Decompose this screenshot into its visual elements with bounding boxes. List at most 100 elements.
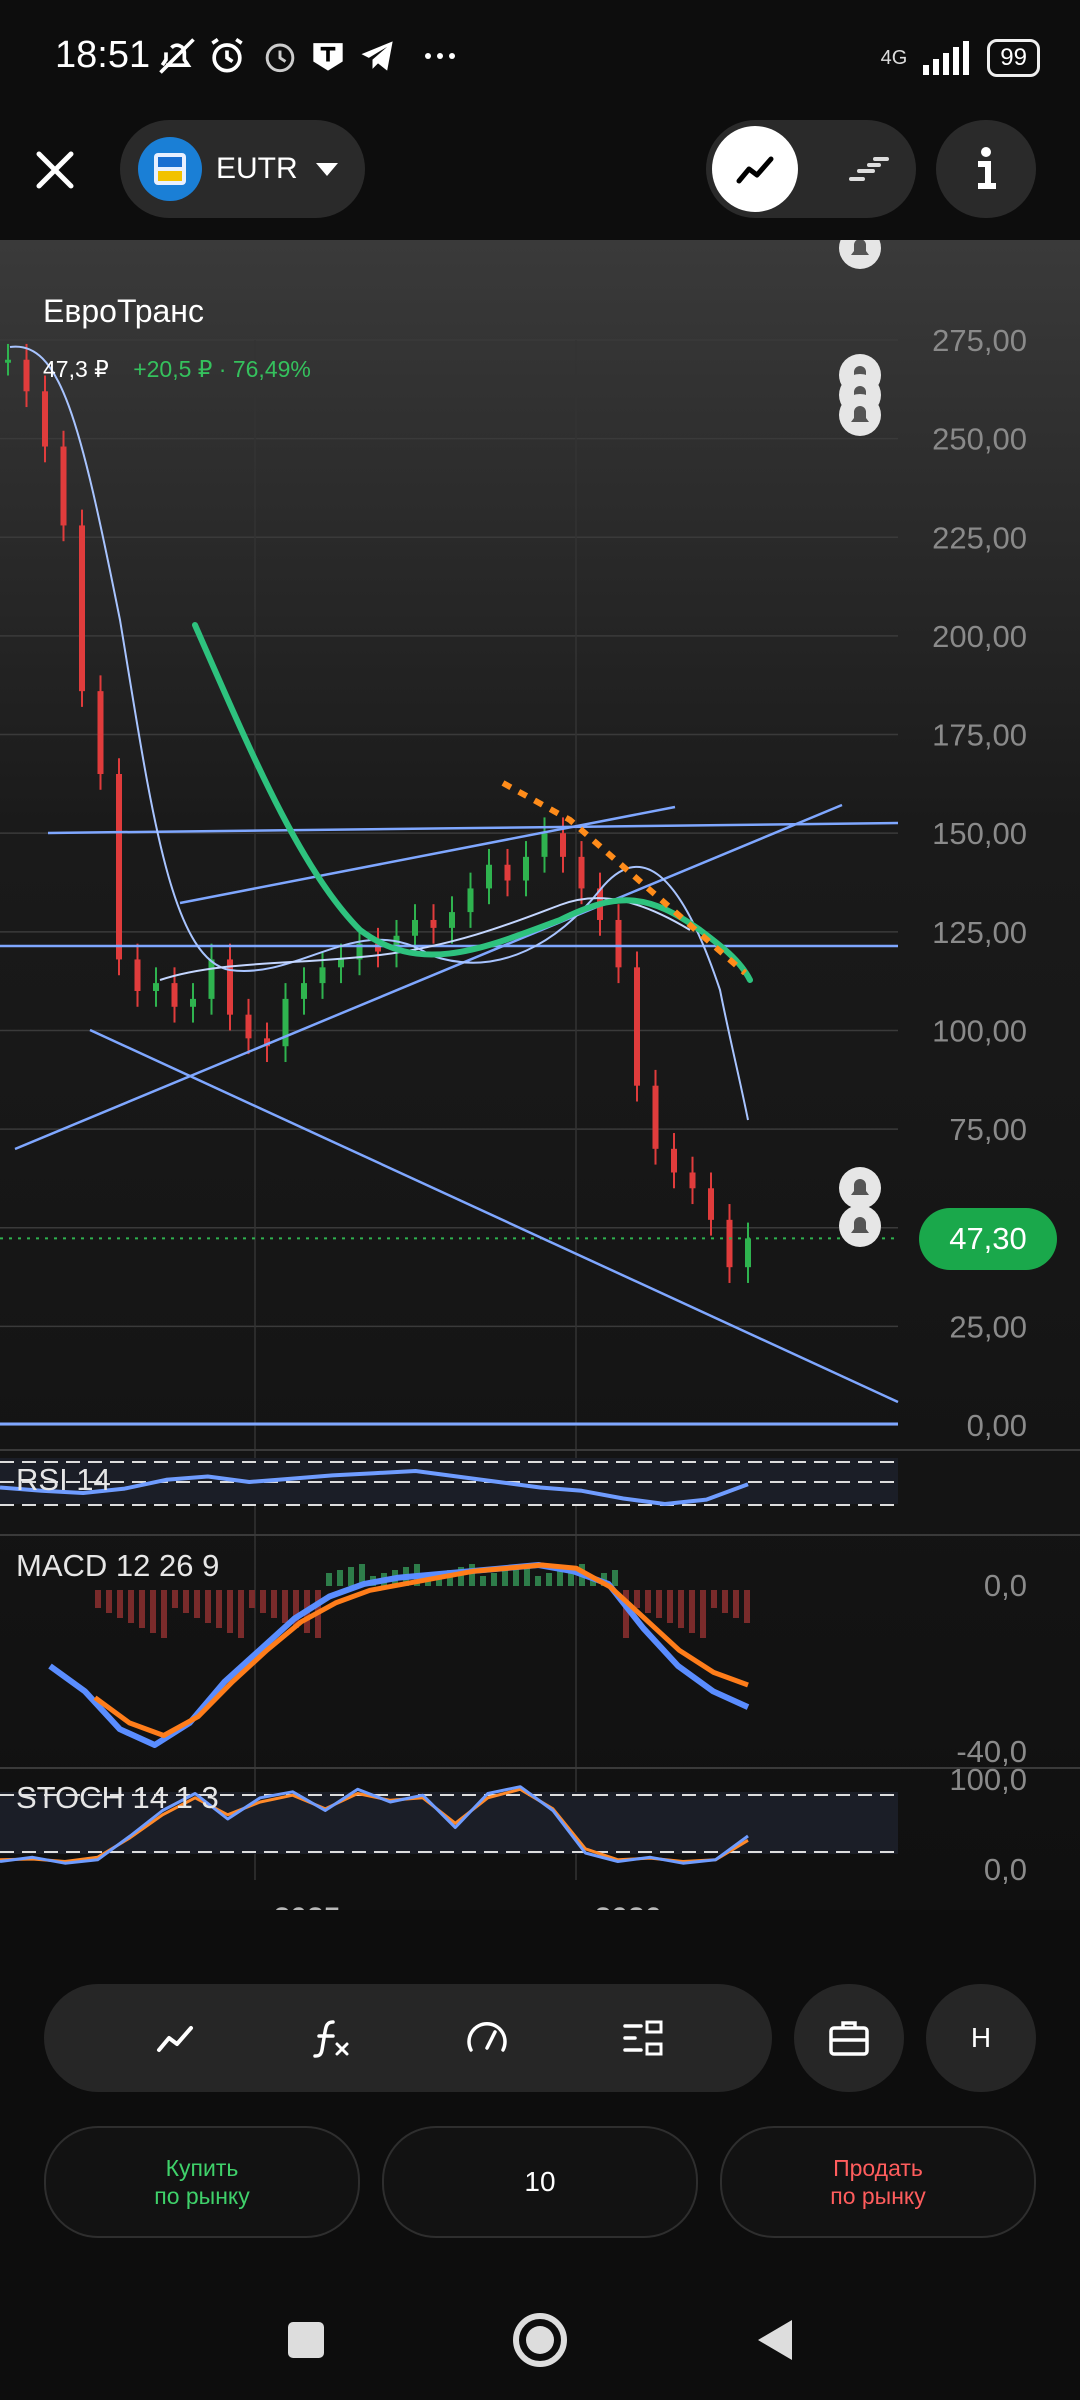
status-bar: 18:51 4G 99 xyxy=(0,0,1080,110)
candle-body xyxy=(486,864,492,889)
y-tick-label: 275,00 xyxy=(932,323,1027,358)
timeframe-button[interactable]: H xyxy=(926,1984,1036,2092)
chart-settings-button[interactable] xyxy=(442,1994,532,2082)
briefcase-icon xyxy=(829,2021,869,2056)
macd-histogram-bar xyxy=(502,1570,508,1586)
macd-histogram-bar xyxy=(282,1590,288,1623)
home-button[interactable] xyxy=(500,2300,580,2380)
bell-off-icon xyxy=(159,38,195,74)
macd-histogram-bar xyxy=(260,1590,266,1613)
candle-body xyxy=(708,1188,714,1220)
portfolio-button[interactable] xyxy=(794,1984,904,2092)
macd-tick-label: 0,0 xyxy=(984,1568,1027,1603)
candle-body xyxy=(23,359,30,392)
line-chart-icon xyxy=(736,156,774,184)
candle-chart-button[interactable] xyxy=(826,126,912,212)
candle-body xyxy=(60,446,67,526)
back-button[interactable] xyxy=(734,2300,814,2380)
macd-histogram-bar xyxy=(700,1590,706,1638)
macd-histogram-bar xyxy=(216,1590,222,1628)
gauge-icon xyxy=(467,2022,507,2052)
candle-body xyxy=(227,959,233,1015)
y-tick-label: 0,00 xyxy=(967,1408,1027,1443)
drawing-tools-button[interactable] xyxy=(130,1994,220,2082)
candle-body xyxy=(245,1014,252,1039)
y-tick-label: 200,00 xyxy=(932,619,1027,654)
macd-histogram-bar xyxy=(227,1590,233,1633)
info-button[interactable] xyxy=(936,120,1036,218)
company-name: ЕвроТранс xyxy=(43,293,204,329)
telegram-icon xyxy=(361,41,393,71)
alert-bell-icon[interactable] xyxy=(839,394,881,436)
macd-histogram-bar xyxy=(722,1590,728,1613)
y-tick-label: 225,00 xyxy=(932,520,1027,555)
candle-body xyxy=(134,959,141,991)
y-tick-label: 150,00 xyxy=(932,816,1027,851)
candle-body xyxy=(153,983,159,991)
candle-body xyxy=(5,359,11,363)
buy-market-button[interactable]: Купить по рынку xyxy=(44,2126,360,2238)
sell-market-button[interactable]: Продать по рынку xyxy=(720,2126,1036,2238)
y-tick-label: 125,00 xyxy=(932,915,1027,950)
line-chart-icon xyxy=(157,2026,193,2052)
candle-body xyxy=(504,864,511,881)
y-tick-label: 25,00 xyxy=(949,1309,1027,1344)
t-app-icon xyxy=(313,43,343,71)
alarm-outline-icon xyxy=(265,43,295,73)
candle-body xyxy=(430,919,437,928)
macd-histogram-bar xyxy=(150,1590,156,1633)
alarm-icon xyxy=(211,37,243,73)
company-logo xyxy=(138,137,202,201)
indicators-button[interactable] xyxy=(286,1994,376,2082)
macd-histogram-bar xyxy=(733,1590,739,1618)
macd-histogram-bar xyxy=(139,1590,145,1628)
candle-body xyxy=(467,888,474,913)
macd-histogram-bar xyxy=(183,1590,189,1613)
candle-body xyxy=(412,919,418,936)
stoch-tick-label: 100,0 xyxy=(949,1762,1027,1797)
candle-body xyxy=(745,1238,751,1268)
alert-bell-icon[interactable] xyxy=(839,1167,881,1209)
macd-histogram-bar xyxy=(689,1590,695,1633)
macd-histogram-bar xyxy=(634,1590,640,1608)
close-button[interactable] xyxy=(20,125,90,215)
status-time: 18:51 xyxy=(55,34,151,76)
macd-histogram-bar xyxy=(711,1590,717,1608)
macd-histogram-bar xyxy=(480,1576,486,1586)
macd-histogram-bar xyxy=(557,1570,563,1586)
candles-icon xyxy=(849,157,889,181)
candle-body xyxy=(671,1148,677,1173)
macd-histogram-bar xyxy=(469,1564,475,1586)
alert-bell-icon[interactable] xyxy=(839,1205,881,1247)
x-tick-label: 2026 xyxy=(595,1902,662,1910)
candle-body xyxy=(79,525,85,692)
recent-apps-button[interactable] xyxy=(266,2300,346,2380)
info-icon xyxy=(978,147,996,189)
candle-body xyxy=(116,774,122,960)
macd-histogram-bar xyxy=(535,1576,541,1586)
more-icon xyxy=(425,53,455,59)
price-change: +20,5 ₽ · 76,49% xyxy=(133,356,311,382)
macd-histogram-bar xyxy=(128,1590,134,1623)
macd-histogram-bar xyxy=(667,1590,673,1623)
network-type: 4G xyxy=(880,47,908,69)
y-tick-label: 75,00 xyxy=(949,1112,1027,1147)
candle-body xyxy=(689,1172,696,1189)
candle-body xyxy=(523,856,529,881)
x-tick-label: 2025 xyxy=(274,1902,341,1910)
candle-body xyxy=(338,959,344,968)
macd-histogram-bar xyxy=(172,1590,178,1608)
y-tick-label: 250,00 xyxy=(932,422,1027,457)
quantity-field[interactable]: 10 xyxy=(382,2126,698,2238)
last-price-badge: 47,30 xyxy=(919,1208,1057,1270)
candle-body xyxy=(42,391,48,447)
layout-button[interactable] xyxy=(598,1994,688,2082)
ticker-selector[interactable]: EUTR xyxy=(120,120,365,218)
chart-area[interactable]: 275,00 250,00 225,00 200,00 175,00 150,00 125,… xyxy=(0,240,1080,1910)
macd-histogram-bar xyxy=(678,1590,684,1628)
line-chart-button[interactable] xyxy=(712,126,798,212)
candle-body xyxy=(726,1219,733,1268)
macd-histogram-bar xyxy=(238,1590,244,1638)
candle-body xyxy=(449,912,455,928)
candle-body xyxy=(634,967,640,1086)
